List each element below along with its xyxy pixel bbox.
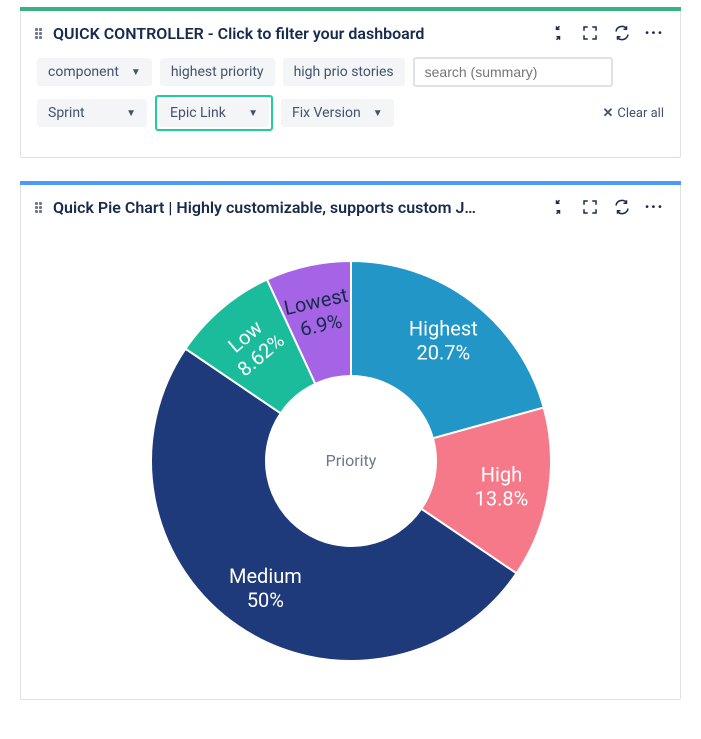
- chevron-down-icon: ▼: [373, 108, 383, 119]
- close-icon: ✕: [602, 106, 613, 121]
- svg-text:High: High: [480, 463, 521, 487]
- dropdown-label: component: [48, 64, 119, 80]
- chevron-down-icon: ▼: [131, 67, 141, 78]
- fix-version-dropdown[interactable]: Fix Version ▼: [281, 99, 394, 127]
- chart-container: Highest20.7%High13.8%Medium50%Low8.62%Lo…: [37, 231, 664, 681]
- epic-link-dropdown[interactable]: Epic Link ▼: [159, 99, 269, 127]
- component-dropdown[interactable]: component ▼: [37, 58, 152, 86]
- filter-row-1: component ▼ highest priority high prio s…: [37, 57, 664, 87]
- search-input[interactable]: [413, 57, 613, 87]
- filter-row-2: Sprint ▼ Epic Link ▼ Fix Version ▼ ✕ Cle…: [37, 95, 664, 131]
- chevron-down-icon: ▼: [248, 108, 258, 119]
- svg-text:50%: 50%: [246, 588, 283, 612]
- drag-grip-icon[interactable]: [35, 26, 45, 40]
- filter-chip-high-prio-stories[interactable]: high prio stories: [283, 58, 405, 86]
- dropdown-label: Fix Version: [292, 105, 361, 121]
- dropdown-label: Sprint: [48, 105, 85, 121]
- priority-pie-chart: Highest20.7%High13.8%Medium50%Low8.62%Lo…: [111, 241, 591, 681]
- refresh-icon[interactable]: [612, 23, 632, 43]
- drag-grip-icon[interactable]: [35, 200, 45, 214]
- filter-chip-highest-priority[interactable]: highest priority: [160, 58, 275, 86]
- svg-text:13.8%: 13.8%: [474, 487, 528, 511]
- refresh-icon[interactable]: [612, 197, 632, 217]
- quick-pie-chart-panel: Quick Pie Chart | Highly customizable, s…: [20, 182, 681, 700]
- pie-label-high: High13.8%: [474, 463, 528, 511]
- quick-controller-panel: QUICK CONTROLLER - Click to filter your …: [20, 8, 681, 158]
- epic-link-highlight: Epic Link ▼: [155, 95, 273, 131]
- clear-all-button[interactable]: ✕ Clear all: [602, 106, 664, 121]
- collapse-icon[interactable]: [548, 197, 568, 217]
- panel-actions: ···: [548, 197, 664, 217]
- pie-label-highest: Highest20.7%: [408, 317, 477, 365]
- clear-all-label: Clear all: [617, 106, 664, 121]
- chevron-down-icon: ▼: [126, 108, 136, 119]
- collapse-icon[interactable]: [548, 23, 568, 43]
- panel-accent-bar: [20, 7, 681, 11]
- panel-title: Quick Pie Chart | Highly customizable, s…: [53, 198, 540, 217]
- panel-accent-bar: [20, 181, 681, 185]
- panel-body: component ▼ highest priority high prio s…: [21, 53, 680, 157]
- dropdown-label: Epic Link: [170, 105, 226, 121]
- svg-text:20.7%: 20.7%: [416, 341, 470, 365]
- fullscreen-icon[interactable]: [580, 23, 600, 43]
- panel-actions: ···: [548, 23, 664, 43]
- panel-header: QUICK CONTROLLER - Click to filter your …: [21, 9, 680, 53]
- svg-text:Highest: Highest: [408, 317, 477, 341]
- fullscreen-icon[interactable]: [580, 197, 600, 217]
- chart-center-label: Priority: [325, 451, 376, 470]
- svg-text:Medium: Medium: [228, 564, 301, 588]
- panel-body: Highest20.7%High13.8%Medium50%Low8.62%Lo…: [21, 227, 680, 699]
- more-menu-icon[interactable]: ···: [644, 23, 664, 43]
- panel-header: Quick Pie Chart | Highly customizable, s…: [21, 183, 680, 227]
- sprint-dropdown[interactable]: Sprint ▼: [37, 99, 147, 127]
- more-menu-icon[interactable]: ···: [644, 197, 664, 217]
- panel-title: QUICK CONTROLLER - Click to filter your …: [53, 24, 540, 43]
